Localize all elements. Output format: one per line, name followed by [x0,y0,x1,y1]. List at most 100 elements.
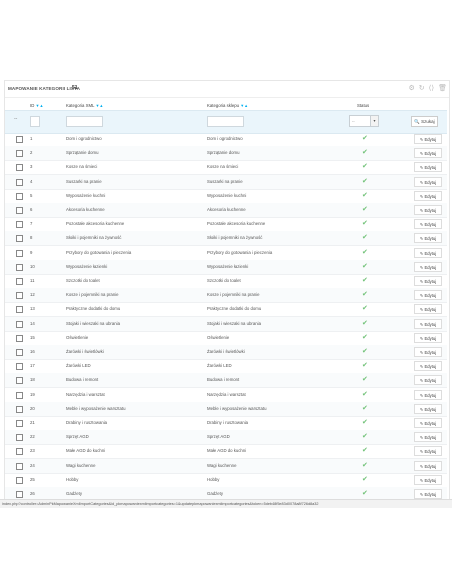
row-checkbox[interactable] [16,292,23,300]
filter-shop-category-input[interactable] [207,116,244,127]
row-checkbox[interactable] [16,377,23,385]
row-checkbox[interactable] [16,405,23,413]
row-checkbox[interactable] [16,349,23,356]
sort-arrows-icon[interactable]: ▼▲ [36,103,44,108]
row-checkbox[interactable] [16,306,23,314]
edit-button[interactable]: ✎ Edytuj [414,261,442,272]
status-enabled-icon[interactable]: ✔ [362,219,368,227]
edit-button[interactable]: ✎ Edytuj [414,403,442,414]
table-row[interactable]: 4 Suszarki na pranie Suszarki na pranie ✔ ✎ … [5,174,447,190]
row-checkbox[interactable] [16,221,23,229]
row-checkbox[interactable] [16,320,23,328]
edit-button[interactable]: ✎ Edytuj [414,489,442,499]
edit-button[interactable]: ✎ Edytuj [414,290,442,301]
table-row[interactable]: 23 Małe AGD do kuchni Małe AGD do kuchni ✔ ✎… [5,444,447,460]
row-checkbox[interactable] [16,207,23,214]
table-row[interactable]: 10 Wyposażenie łazienki Wyposażenie łazien… [5,259,447,275]
status-enabled-icon[interactable]: ✔ [362,233,368,241]
status-enabled-icon[interactable]: ✔ [362,347,368,355]
status-enabled-icon[interactable]: ✔ [362,333,368,341]
edit-button[interactable]: ✎ Edytuj [414,361,442,372]
row-checkbox[interactable] [16,150,23,158]
table-row[interactable]: 8 Słoiki i pojemniki na żywność Słoiki i p… [5,231,447,247]
status-enabled-icon[interactable]: ✔ [362,361,368,369]
status-enabled-icon[interactable]: ✔ [362,205,368,213]
row-checkbox[interactable] [16,164,23,172]
table-row[interactable]: 24 Wagi kuchenne Wagi kuchenne ✔ ✎ Edytuj [5,458,447,474]
table-row[interactable]: 3 Kosze na śmieci Kosze na śmieci ✔ ✎ Edytuj [5,160,447,176]
table-row[interactable]: 20 Meble i wyposażenie warsztatu Meble i w… [5,401,447,417]
table-row[interactable]: 15 Oświetlenie Oświetlenie ✔ ✎ Edytuj [5,331,447,346]
edit-button[interactable]: ✎ Edytuj [414,190,442,201]
table-row[interactable]: 21 Drabiny i rusztowania Drabiny i rusztow… [5,416,447,431]
edit-button[interactable]: ✎ Edytuj [414,375,442,386]
delete-icon[interactable]: 🗑 [438,85,447,92]
row-checkbox[interactable] [16,462,23,470]
table-row[interactable]: 12 Kosze i pojemniki na pranie Kosze i poj… [5,288,447,304]
settings-icon[interactable]: ⚙ [408,85,414,92]
row-checkbox[interactable] [16,420,23,427]
status-enabled-icon[interactable]: ✔ [362,418,368,426]
row-checkbox[interactable] [16,363,23,371]
row-checkbox[interactable] [16,192,23,200]
row-checkbox[interactable] [16,391,23,399]
edit-button[interactable]: ✎ Edytuj [414,148,442,159]
edit-button[interactable]: ✎ Edytuj [414,233,442,244]
status-enabled-icon[interactable]: ✔ [362,177,368,185]
edit-button[interactable]: ✎ Edytuj [414,460,442,471]
status-enabled-icon[interactable]: ✔ [362,248,368,256]
filter-xml-category-input[interactable] [66,116,103,127]
table-row[interactable]: 19 Narzędzia i warsztat Narzędzia i warszt… [5,388,447,403]
edit-button[interactable]: ✎ Edytuj [414,474,442,485]
edit-button[interactable]: ✎ Edytuj [414,332,442,343]
edit-button[interactable]: ✎ Edytuj [414,446,442,457]
row-checkbox[interactable] [16,476,23,484]
status-enabled-icon[interactable]: ✔ [362,162,368,170]
sql-query-icon[interactable]: ⟨⟩ [429,85,434,92]
edit-button[interactable]: ✎ Edytuj [414,205,442,215]
status-enabled-icon[interactable]: ✔ [362,148,368,156]
status-enabled-icon[interactable]: ✔ [362,319,368,327]
row-checkbox[interactable] [16,448,23,456]
edit-button[interactable]: ✎ Edytuj [414,432,442,443]
edit-button[interactable]: ✎ Edytuj [414,247,442,258]
table-row[interactable]: 5 Wyposażenie kuchni Wyposażenie kuchni ✔ ✎ … [5,189,447,204]
status-enabled-icon[interactable]: ✔ [362,276,368,284]
row-checkbox[interactable] [16,278,23,285]
sort-arrows-icon[interactable]: ▼▲ [95,103,103,108]
edit-button[interactable]: ✎ Edytuj [414,219,442,230]
status-enabled-icon[interactable]: ✔ [362,262,368,270]
edit-button[interactable]: ✎ Edytuj [414,162,442,173]
table-row[interactable]: 16 Żarówki i świetlówki Żarówki i świetlów… [5,345,447,360]
status-enabled-icon[interactable]: ✔ [362,432,368,440]
table-row[interactable]: 1 Dom i ogrodnictwo Dom i ogrodnictwo ✔ ✎ Ed… [5,132,447,147]
edit-button[interactable]: ✎ Edytuj [414,347,442,357]
edit-button[interactable]: ✎ Edytuj [414,176,442,187]
table-row[interactable]: 7 Pozostałe akcesoria kuchenne Pozostałe a… [5,217,447,233]
filter-status-select[interactable]: -- ▾ [349,115,379,127]
table-row[interactable]: 11 Szczotki do toalet Szczotki do toalet ✔ ✎… [5,274,447,289]
status-enabled-icon[interactable]: ✔ [362,290,368,298]
edit-button[interactable]: ✎ Edytuj [414,389,442,400]
row-checkbox[interactable] [16,178,23,186]
sort-arrows-icon[interactable]: ▼▲ [240,103,248,108]
edit-button[interactable]: ✎ Edytuj [414,276,442,286]
search-button[interactable]: 🔍 Szukaj [411,116,438,127]
table-row[interactable]: 2 Sprzątanie domu Sprzątanie domu ✔ ✎ Edytuj [5,146,447,162]
refresh-icon[interactable]: ↻ [419,85,425,92]
row-checkbox[interactable] [16,235,23,243]
table-row[interactable]: 18 Budowa i remont Budowa i remont ✔ ✎ Edytu… [5,373,447,389]
row-checkbox[interactable] [16,249,23,257]
table-row[interactable]: 13 Praktyczne dodatki do domu Praktyczne d… [5,302,447,318]
edit-button[interactable]: ✎ Edytuj [414,304,442,315]
edit-button[interactable]: ✎ Edytuj [414,318,442,329]
row-checkbox[interactable] [16,434,23,442]
status-enabled-icon[interactable]: ✔ [362,191,368,199]
status-enabled-icon[interactable]: ✔ [362,475,368,483]
table-row[interactable]: 6 Akcesoria kuchenne Akcesoria kuchenne ✔ ✎ … [5,203,447,218]
table-row[interactable]: 9 Przybory do gotowania i pieczenia Przybo… [5,246,447,261]
edit-button[interactable]: ✎ Edytuj [414,418,442,428]
status-enabled-icon[interactable]: ✔ [362,461,368,469]
table-row[interactable]: 25 Hobby Hobby ✔ ✎ Edytuj [5,473,447,488]
status-enabled-icon[interactable]: ✔ [362,446,368,454]
